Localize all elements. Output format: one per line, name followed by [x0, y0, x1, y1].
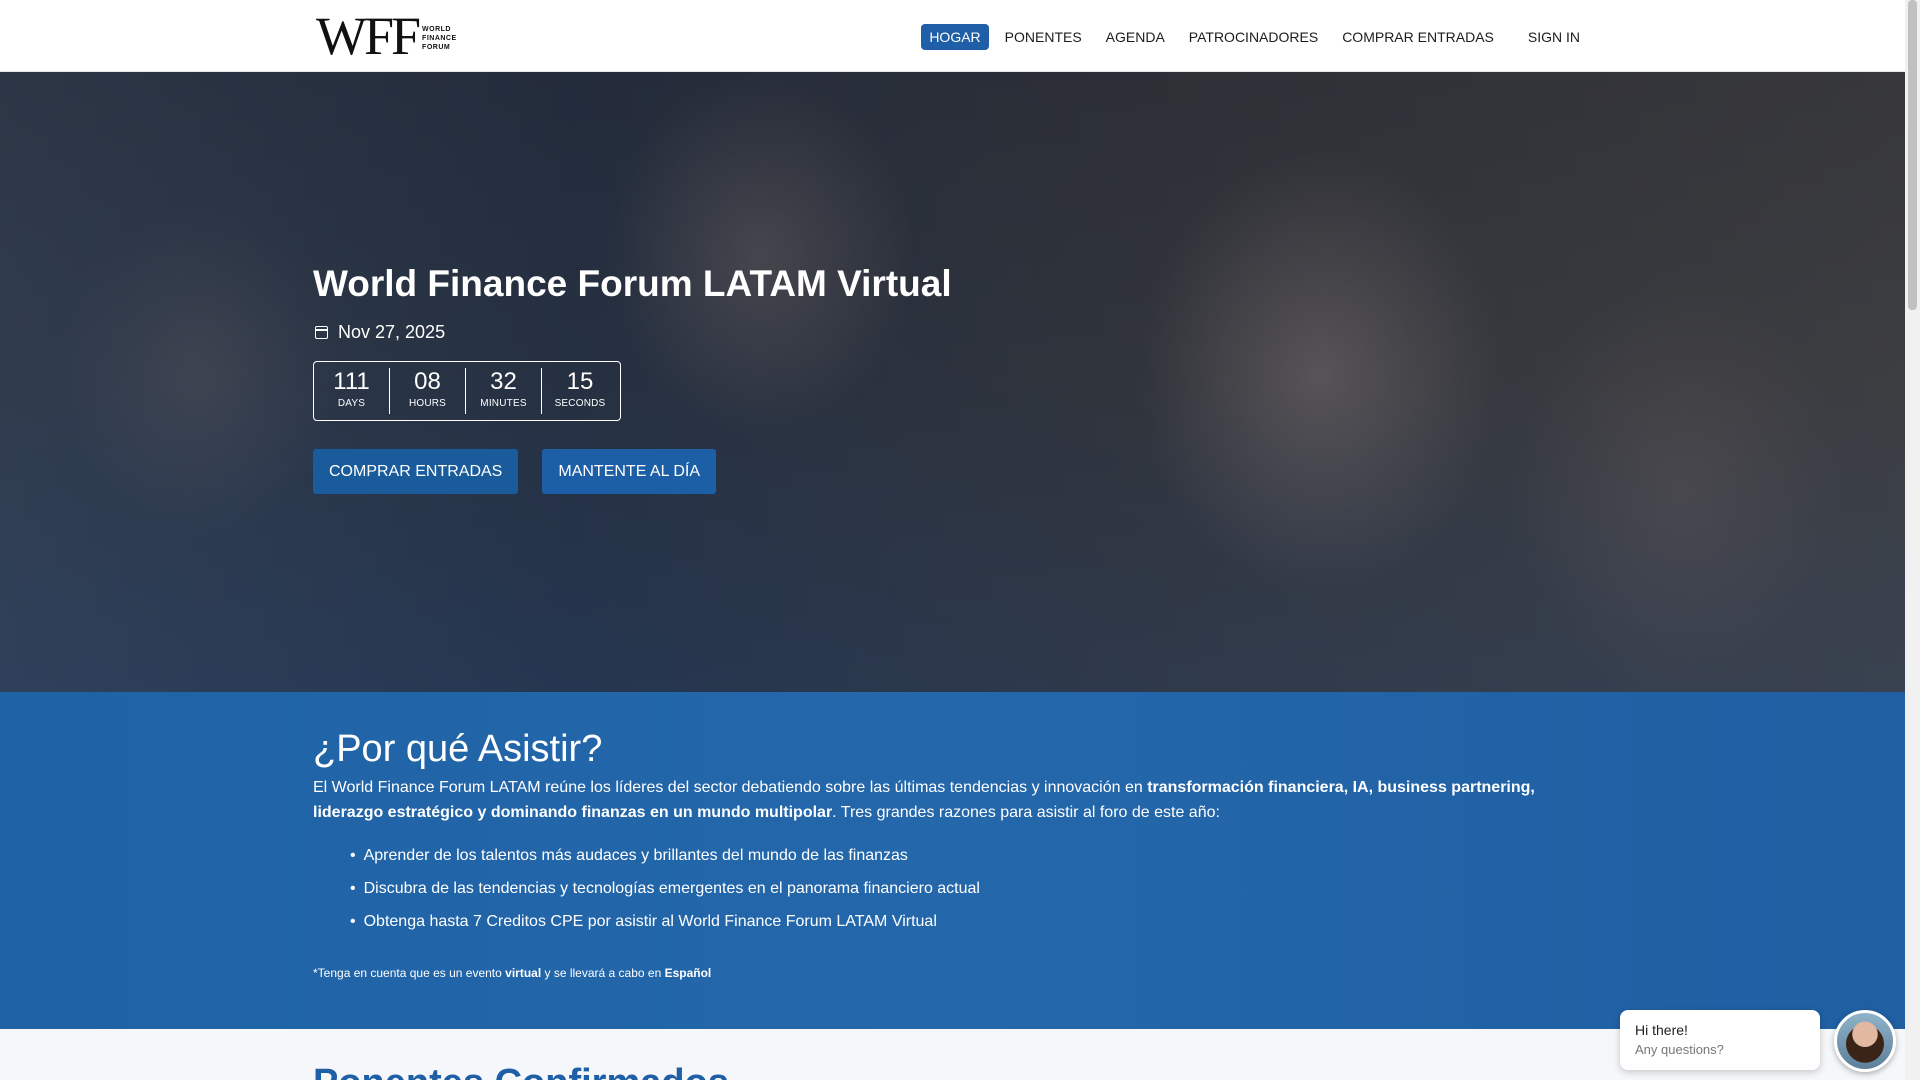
countdown-label: MINUTES	[480, 398, 527, 409]
countdown-days: 111 DAYS	[314, 368, 390, 414]
chat-agent-avatar[interactable]	[1834, 1010, 1896, 1072]
countdown-value: 32	[490, 368, 517, 395]
why-attend-intro: El World Finance Forum LATAM reúne los l…	[313, 775, 1563, 825]
page-scrollbar[interactable]	[1905, 0, 1920, 1080]
nav-item-hogar[interactable]: HOGAR	[921, 24, 989, 50]
chat-prompt: Any questions?	[1635, 1042, 1724, 1057]
countdown-value: 15	[566, 368, 594, 395]
countdown-value: 111	[333, 368, 370, 395]
scrollbar-thumb[interactable]	[1908, 0, 1917, 310]
logo-sub-line: FORUM	[422, 43, 451, 51]
countdown-timer: 111 DAYS 08 HOURS 32 MINUTES 15 SECONDS	[313, 361, 621, 421]
list-item: Aprender de los talentos más audaces y b…	[350, 839, 1563, 872]
nav-item-agenda[interactable]: AGENDA	[1106, 25, 1165, 49]
chat-greeting: Hi there!	[1635, 1022, 1688, 1038]
intro-text-end: . Tres grandes razones para asistir al f…	[832, 804, 1220, 821]
nav-item-patrocinadores[interactable]: PATROCINADORES	[1189, 25, 1318, 49]
why-attend-title: ¿Por qué Asistir?	[313, 728, 603, 770]
nav-item-comprar-entradas[interactable]: COMPRAR ENTRADAS	[1342, 25, 1494, 49]
note-text: *Tenga en cuenta que es un evento	[313, 966, 506, 980]
countdown-value: 08	[414, 368, 441, 395]
why-attend-content: ¿Por qué Asistir? El World Finance Forum…	[313, 727, 1563, 980]
reasons-list: Aprender de los talentos más audaces y b…	[313, 839, 1563, 938]
countdown-hours: 08 HOURS	[390, 368, 466, 414]
sign-in-link[interactable]: SIGN IN	[1528, 25, 1580, 49]
hero-banner: World Finance Forum LATAM Virtual Nov 27…	[0, 72, 1905, 692]
list-item: Discubra de las tendencias y tecnologías…	[350, 872, 1563, 905]
event-date: Nov 27, 2025	[313, 322, 952, 343]
countdown-seconds: 15 SECONDS	[542, 368, 618, 414]
intro-text: El World Finance Forum LATAM reúne los l…	[313, 779, 1148, 796]
stay-updated-button[interactable]: MANTENTE AL DÍA	[542, 449, 717, 494]
note-text: y se llevará a cabo en	[541, 966, 665, 980]
nav-item-ponentes[interactable]: PONENTES	[1005, 25, 1082, 49]
buy-tickets-button[interactable]: COMPRAR ENTRADAS	[313, 449, 519, 494]
event-note: *Tenga en cuenta que es un evento virtua…	[313, 966, 1563, 980]
logo-subtitle: WORLD FINANCE FORUM	[422, 21, 457, 52]
countdown-label: DAYS	[337, 398, 366, 409]
hero-content: World Finance Forum LATAM Virtual Nov 27…	[313, 262, 952, 494]
list-item: Obtenga hasta 7 Creditos CPE por asistir…	[350, 905, 1563, 938]
event-title: World Finance Forum LATAM Virtual	[313, 263, 952, 304]
event-date-text: Nov 27, 2025	[338, 322, 446, 342]
note-bold: Español	[664, 966, 712, 980]
speakers-title: Ponentes Confirmados	[313, 1062, 729, 1080]
chat-greeting-bubble[interactable]: Hi there! Any questions?	[1620, 1010, 1820, 1070]
wff-logo[interactable]: WFF WORLD FINANCE FORUM	[316, 6, 457, 66]
calendar-icon	[315, 326, 328, 339]
hero-actions: COMPRAR ENTRADAS MANTENTE AL DÍA	[313, 449, 952, 494]
logo-mark: WFF	[316, 6, 421, 66]
note-bold: virtual	[505, 966, 542, 980]
hero-photo-overlay	[0, 72, 1905, 692]
logo-sub-line: WORLD	[422, 25, 451, 33]
countdown-minutes: 32 MINUTES	[466, 368, 542, 414]
main-nav: HOGAR PONENTES AGENDA PATROCINADORES COM…	[921, 24, 1580, 50]
countdown-label: HOURS	[408, 398, 447, 409]
top-navigation-bar: WFF WORLD FINANCE FORUM HOGAR PONENTES A…	[0, 0, 1905, 72]
countdown-label: SECONDS	[554, 398, 606, 409]
logo-sub-line: FINANCE	[422, 34, 457, 42]
why-attend-section: ¿Por qué Asistir? El World Finance Forum…	[0, 692, 1905, 1029]
